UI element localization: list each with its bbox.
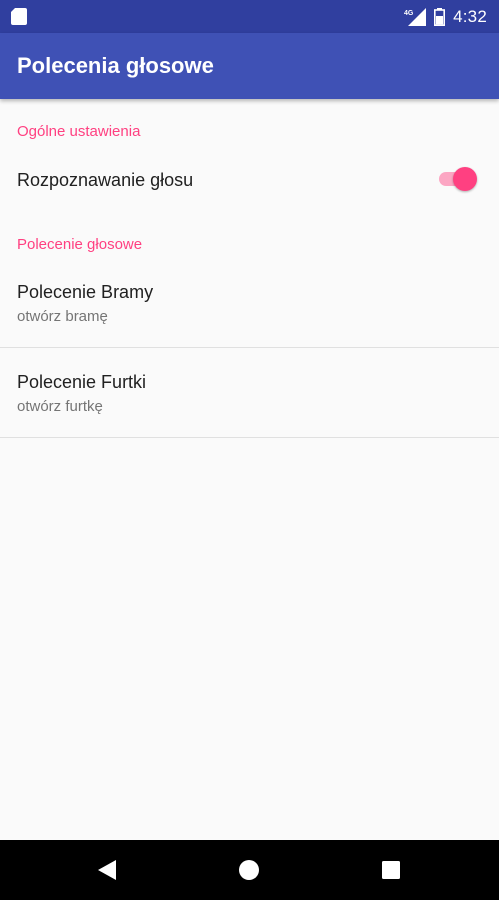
pref-gate-command[interactable]: Polecenie Bramy otwórz bramę xyxy=(0,262,499,348)
signal-4g-icon: 4G xyxy=(404,8,427,26)
home-icon[interactable] xyxy=(236,857,262,883)
pref-voice-recognition[interactable]: Rozpoznawanie głosu xyxy=(0,149,499,211)
battery-icon xyxy=(434,8,446,26)
pref-voice-recognition-title: Rozpoznawanie głosu xyxy=(17,170,194,190)
pref-gate-command-title: Polecenie Bramy xyxy=(17,282,154,302)
pref-wicket-command-title: Polecenie Furtki xyxy=(17,372,147,392)
recents-icon[interactable] xyxy=(378,857,404,883)
divider xyxy=(0,437,499,438)
back-icon[interactable] xyxy=(94,857,120,883)
pref-wicket-command-summary: otwórz furtkę xyxy=(17,398,103,415)
status-bar: 4G 4:32 xyxy=(0,0,499,33)
section-header-general: Ogólne ustawienia xyxy=(17,123,141,140)
sim-card-icon xyxy=(11,8,27,25)
status-icons: 4G 4:32 xyxy=(404,6,487,28)
navigation-bar xyxy=(0,840,499,900)
pref-gate-command-summary: otwórz bramę xyxy=(17,308,108,325)
section-header-voice-command: Polecenie głosowe xyxy=(17,236,143,253)
status-time: 4:32 xyxy=(453,7,487,26)
network-type-label: 4G xyxy=(404,10,414,17)
pref-wicket-command[interactable]: Polecenie Furtki otwórz furtkę xyxy=(0,348,499,438)
switch-thumb xyxy=(453,167,477,191)
voice-recognition-switch[interactable] xyxy=(437,167,479,191)
app-bar: Polecenia głosowe xyxy=(0,33,499,99)
page-title: Polecenia głosowe xyxy=(17,53,214,78)
